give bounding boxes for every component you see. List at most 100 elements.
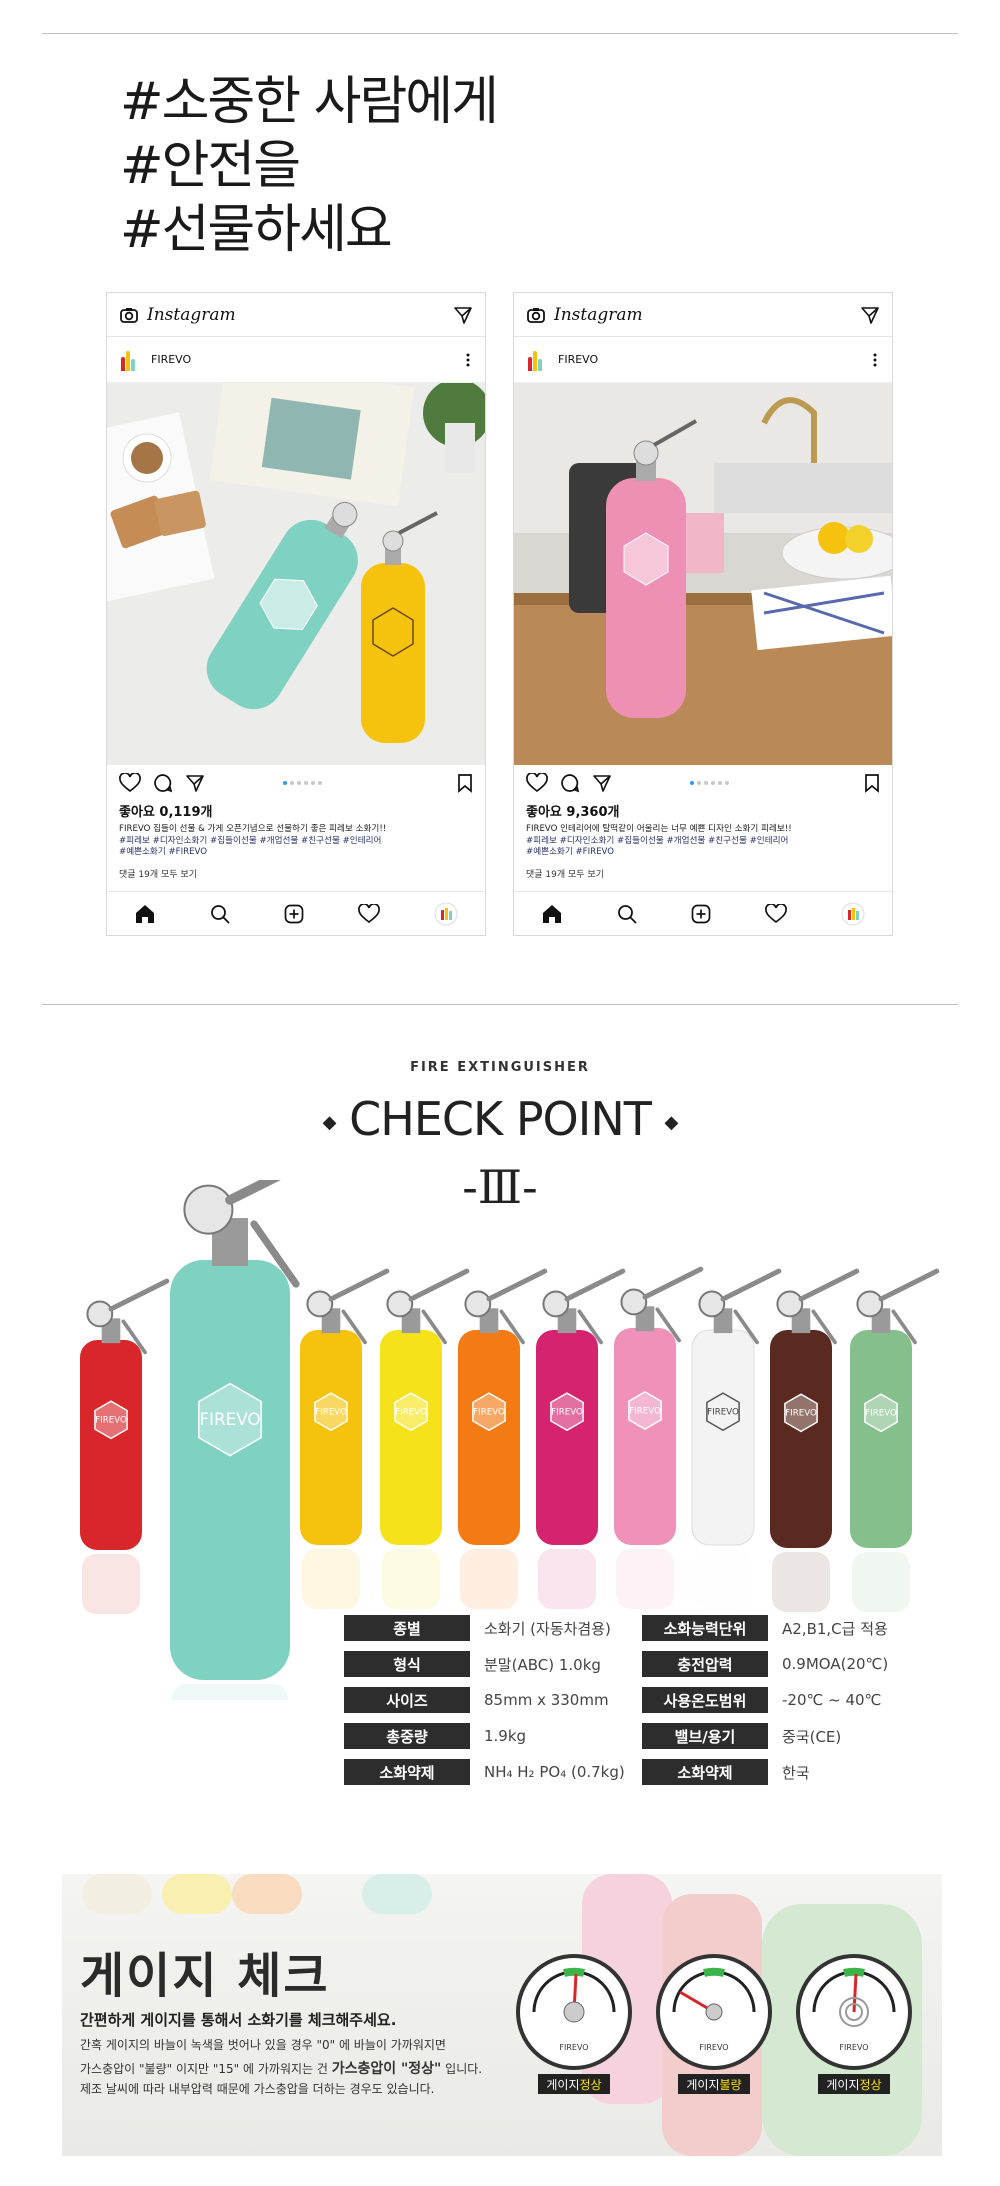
hashtags[interactable]: #예쁜소화기 #FIREVO	[526, 847, 880, 859]
caption-text: FIREVO 인테리어에 탈떡같이 어울리는 너무 예쁜 디자인 소화기 피레보…	[526, 824, 792, 834]
spec-key: 소화약제	[344, 1759, 470, 1785]
brand-logo-text: FIREVO	[95, 1416, 127, 1426]
extinguisher: FIREVO	[691, 1268, 782, 1609]
extinguisher: FIREVO	[614, 1266, 704, 1609]
likes-count: 좋아요 0,119개	[119, 805, 213, 820]
extinguisher: FIREVO	[458, 1268, 548, 1609]
heart-icon[interactable]	[358, 903, 380, 924]
spec-row: 소화약제 한국	[642, 1754, 888, 1790]
spec-table-left: 종별 소화기 (자동차겸용) 형식 분말(ABC) 1.0kg 사이즈 85mm x …	[344, 1610, 625, 1790]
spec-table-right: 소화능력단위 A2,B1,C급 적용 충전압력 0.9MOA(20℃) 사용온도범위…	[642, 1610, 888, 1790]
extinguisher: FIREVO	[770, 1268, 860, 1612]
share-icon[interactable]	[185, 773, 205, 793]
gauge-status: 불량	[719, 2077, 742, 2092]
svg-text:FIREVO: FIREVO	[839, 2043, 868, 2052]
headline: #소중한 사람에게 #안전을 #선물하세요	[120, 70, 499, 262]
headline-line-2: #안전을	[120, 136, 301, 196]
post-photo[interactable]	[514, 383, 892, 765]
checkpoint-title: ◆ CHECK POINT ◆	[0, 1092, 1000, 1146]
bullet-icon: ◆	[322, 1112, 337, 1133]
spec-value: 85mm x 330mm	[484, 1691, 609, 1709]
gauge-dial-normal: FIREVO	[796, 1954, 912, 2070]
view-comments-link[interactable]: 댓글 19개 모두 보기	[514, 861, 892, 880]
heart-icon[interactable]	[119, 773, 141, 793]
direct-message-icon[interactable]	[453, 305, 473, 325]
add-post-icon[interactable]	[691, 904, 711, 924]
share-icon[interactable]	[592, 773, 612, 793]
spec-row: 밸브/용기 중국(CE)	[642, 1718, 888, 1754]
comment-icon[interactable]	[560, 773, 580, 793]
gauge-dial-normal: FIREVO	[516, 1954, 632, 2070]
spec-value: -20℃ ~ 40℃	[782, 1691, 882, 1709]
profile-avatar-icon[interactable]	[841, 902, 865, 926]
gauge-label-prefix: 게이지	[546, 2077, 580, 2092]
instagram-header: Instagram	[107, 293, 485, 337]
headline-line-3: #선물하세요	[120, 200, 393, 260]
camera-icon[interactable]	[119, 305, 139, 325]
spec-value: A2,B1,C급 적용	[782, 1619, 888, 1638]
divider	[42, 1004, 958, 1005]
add-post-icon[interactable]	[284, 904, 304, 924]
spec-value: 소화기 (자동차겸용)	[484, 1619, 611, 1638]
more-options-icon[interactable]	[465, 352, 471, 368]
spec-value: 분말(ABC) 1.0kg	[484, 1655, 601, 1674]
gauge-label-prefix: 게이지	[826, 2077, 860, 2092]
heart-icon[interactable]	[765, 903, 787, 924]
instagram-post-2: Instagram FIREVO 좋아요 9,360개 FIREVO 인테리어에…	[513, 292, 893, 936]
brand-logo-text: FIREVO	[199, 1409, 260, 1429]
spec-key: 총중량	[344, 1723, 470, 1749]
direct-message-icon[interactable]	[860, 305, 880, 325]
checkpoint-title-text: CHECK POINT	[349, 1092, 652, 1146]
camera-icon[interactable]	[526, 305, 546, 325]
headline-line-1: #소중한 사람에게	[120, 72, 499, 132]
search-icon[interactable]	[617, 904, 637, 924]
home-icon[interactable]	[134, 904, 156, 924]
spec-value: 한국	[782, 1763, 810, 1782]
spec-row: 충전압력 0.9MOA(20℃)	[642, 1646, 888, 1682]
hashtags[interactable]: #피레보 #디자인소화기 #집들이선물 #개업선물 #친구선물 #인테리어	[526, 836, 880, 848]
brand-logo-text: FIREVO	[629, 1406, 661, 1416]
bookmark-icon[interactable]	[864, 773, 880, 793]
checkpoint-subtitle: FIRE EXTINGUISHER	[410, 1060, 590, 1075]
more-options-icon[interactable]	[872, 352, 878, 368]
spec-row: 종별 소화기 (자동차겸용)	[344, 1610, 625, 1646]
brand-logo-text: FIREVO	[785, 1409, 817, 1419]
avatar	[528, 349, 546, 371]
post-author[interactable]: FIREVO	[107, 337, 485, 383]
heart-icon[interactable]	[526, 773, 548, 793]
bookmark-icon[interactable]	[457, 773, 473, 793]
spec-key: 사용온도범위	[642, 1687, 768, 1713]
hashtags[interactable]: #예쁜소화기 #FIREVO	[119, 847, 473, 859]
bottom-nav	[107, 891, 485, 935]
carousel-dots	[283, 781, 322, 785]
gauge-check-section: 게이지 체크 간편하게 게이지를 통해서 소화기를 체크해주세요. 간혹 게이지…	[62, 1874, 942, 2156]
gauge-paragraph-text: 가스충압이 "불량" 이지만 "15" 에 가까워지는 건	[80, 2062, 332, 2076]
hashtags[interactable]: #피레보 #디자인소화기 #집들이선물 #개업선물 #친구선물 #인테리어	[119, 836, 473, 848]
extinguisher: FIREVO	[300, 1268, 390, 1609]
profile-avatar-icon[interactable]	[434, 902, 458, 926]
username[interactable]: FIREVO	[151, 353, 465, 366]
brand-logo-text: FIREVO	[707, 1407, 739, 1417]
gauge-highlight: 가스충압이 "정상"	[331, 2061, 442, 2077]
gauge-dial-bad: FIREVO	[656, 1954, 772, 2070]
username[interactable]: FIREVO	[558, 353, 872, 366]
post-author[interactable]: FIREVO	[514, 337, 892, 383]
view-comments-link[interactable]: 댓글 19개 모두 보기	[107, 861, 485, 880]
search-icon[interactable]	[210, 904, 230, 924]
caption-text: FIREVO 집들이 선물 & 가게 오픈기념으로 선물하기 좋은 피레보 소화…	[119, 824, 387, 834]
gauge-label: 게이지 정상	[818, 2074, 890, 2094]
extinguisher: FIREVO	[850, 1268, 940, 1612]
gauge-label: 게이지 정상	[538, 2074, 610, 2094]
svg-text:FIREVO: FIREVO	[559, 2043, 588, 2052]
gauge-paragraph-text: 입니다.	[441, 2062, 483, 2076]
carousel-dots	[690, 781, 729, 785]
instagram-header: Instagram	[514, 293, 892, 337]
brand-logo-text: FIREVO	[865, 1409, 897, 1419]
spec-key: 사이즈	[344, 1687, 470, 1713]
gauge-paragraph: 간혹 게이지의 바늘이 녹색을 벗어나 있을 경우 "0" 에 바늘이 가까워지…	[80, 2038, 446, 2052]
spec-row: 사이즈 85mm x 330mm	[344, 1682, 625, 1718]
comment-icon[interactable]	[153, 773, 173, 793]
post-photo[interactable]	[107, 383, 485, 765]
divider	[42, 33, 958, 34]
home-icon[interactable]	[541, 904, 563, 924]
